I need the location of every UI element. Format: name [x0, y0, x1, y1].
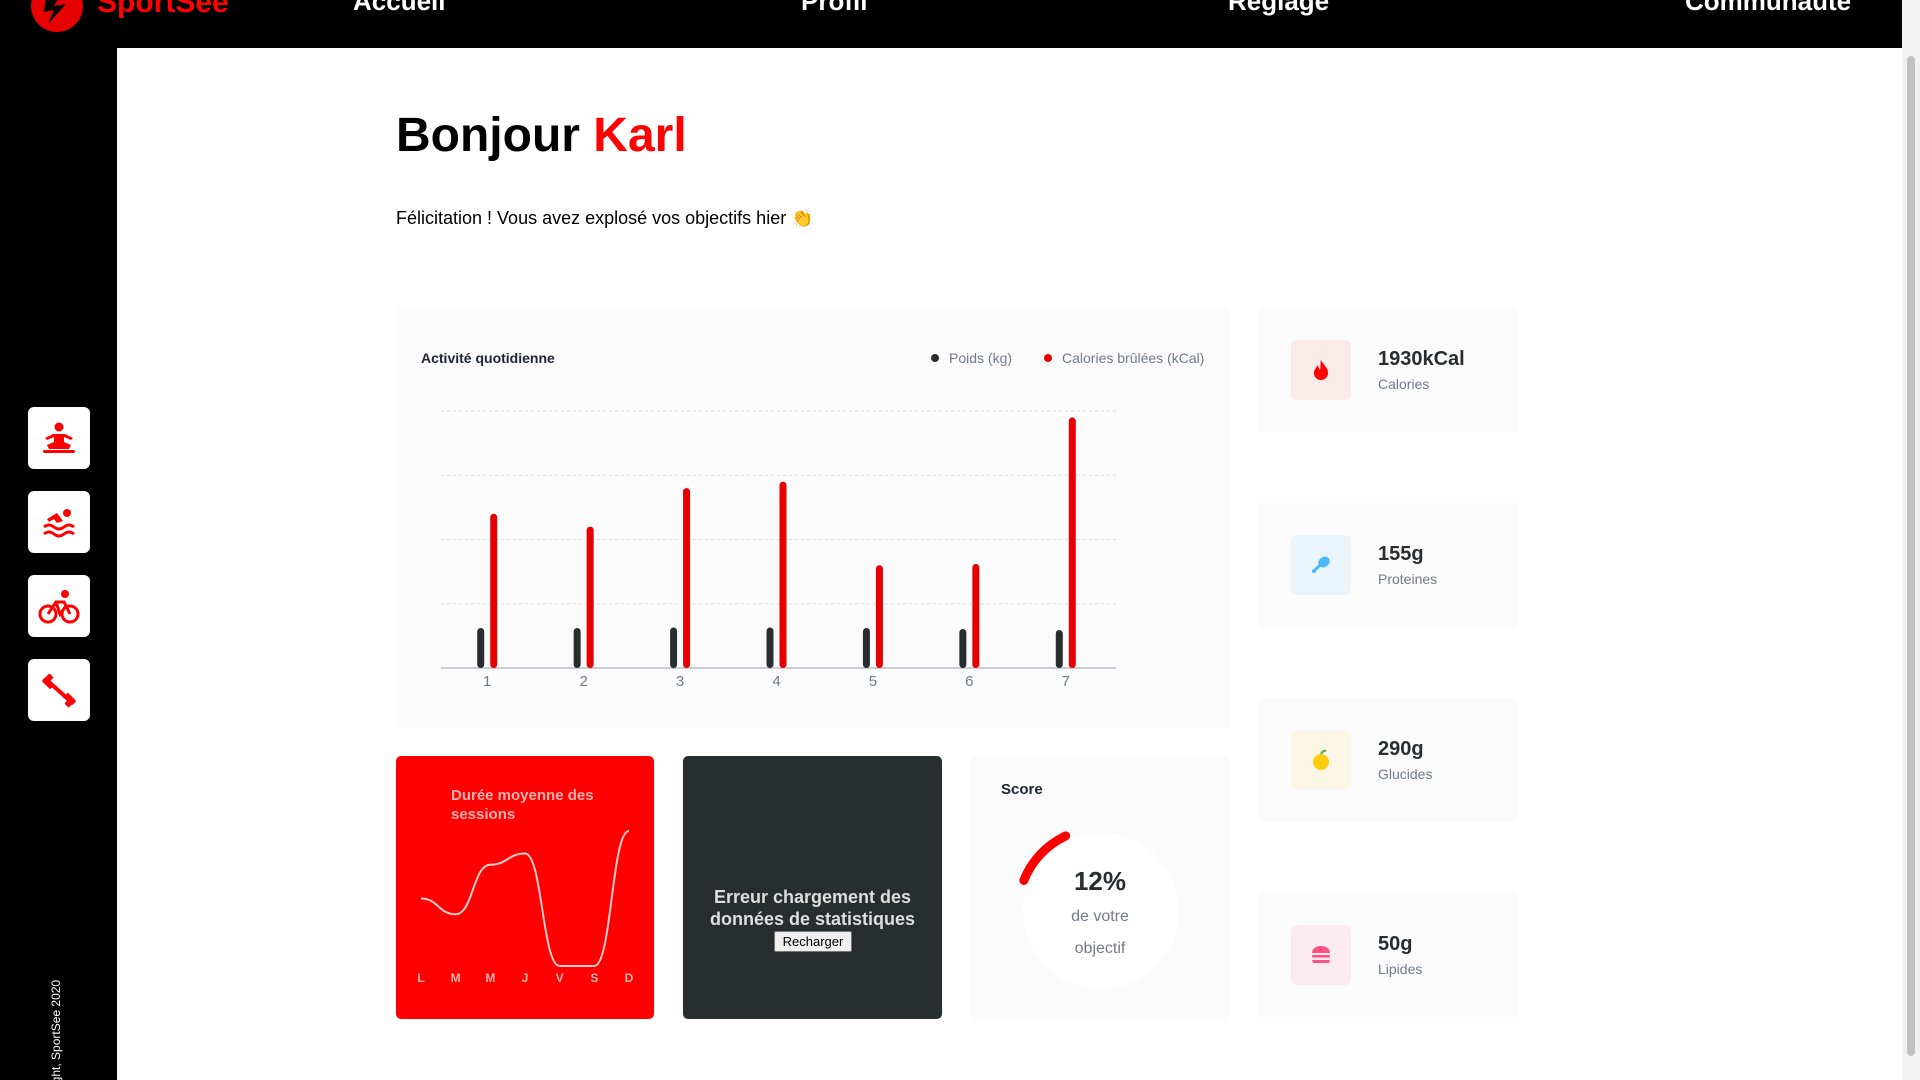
nav-home[interactable]: Accueil — [353, 0, 446, 17]
score-value: 12% — [1073, 866, 1127, 896]
copyright-text: Copiryght, SportSee 2020 — [49, 979, 63, 1080]
activity-x-tick: 6 — [965, 673, 973, 690]
app-root: SportSee Accueil Profil Réglage Communau… — [0, 0, 1920, 1080]
cycling-icon — [38, 590, 80, 624]
activity-x-tick: 4 — [772, 673, 780, 690]
swimming-icon — [43, 509, 75, 538]
keydata-calories-icon-box — [1291, 340, 1351, 400]
activity-weight-bar[interactable] — [477, 628, 485, 668]
activity-x-tick: 2 — [579, 673, 587, 690]
session-day-label: S — [590, 971, 598, 985]
keydata-lipids-label: Lipides — [1378, 961, 1423, 977]
activity-calories-bar[interactable] — [683, 488, 691, 668]
dumbbell-icon — [42, 673, 76, 708]
activity-weight-bar[interactable] — [862, 628, 870, 668]
keydata-proteins-icon-box — [1291, 535, 1351, 595]
sportsee-logo-icon[interactable] — [28, 0, 86, 32]
nav-profile[interactable]: Profil — [801, 0, 867, 17]
keydata-lipids-value: 50g — [1378, 933, 1413, 955]
sidebar-item-weights[interactable] — [28, 659, 90, 721]
keydata-proteins-card: 155g Proteines — [1258, 503, 1518, 627]
score-caption-1: de votre — [1071, 908, 1129, 925]
activity-x-tick: 1 — [483, 673, 491, 690]
session-day-label: D — [625, 971, 634, 985]
reload-button[interactable]: Recharger — [774, 931, 852, 952]
activity-calories-bar[interactable] — [875, 565, 883, 668]
sidebar-item-yoga[interactable] — [28, 407, 90, 469]
session-day-label: J — [522, 971, 529, 985]
activity-weight-bar[interactable] — [959, 629, 967, 668]
session-duration-card: Durée moyenne des sessions LMMJVSD — [396, 756, 654, 1019]
session-day-label: M — [451, 971, 461, 985]
keydata-calories-label: Calories — [1378, 376, 1430, 392]
keydata-proteins-label: Proteines — [1378, 571, 1438, 587]
score-card: Score 12% de votre objectif — [971, 756, 1229, 1019]
nav-community[interactable]: Communauté — [1685, 0, 1851, 17]
congrats-message: Félicitation ! Vous avez explosé vos obj… — [396, 208, 814, 228]
activity-weight-bar[interactable] — [573, 628, 581, 668]
activity-chart: 1 2 3 4 5 6 7 — [441, 410, 1116, 690]
scrollbar[interactable] — [1902, 0, 1920, 1080]
top-bar: SportSee Accueil Profil Réglage Communau… — [0, 0, 1902, 48]
keydata-lipids-icon-box — [1291, 925, 1351, 985]
greeting-prefix: Bonjour — [396, 109, 594, 162]
stats-error-card: Erreur chargement des données de statist… — [683, 756, 942, 1019]
score-caption-2: objectif — [1074, 940, 1126, 957]
keydata-proteins-value: 155g — [1378, 543, 1424, 565]
page-title: Bonjour Karl — [396, 108, 687, 163]
activity-calories-bar[interactable] — [779, 481, 787, 668]
scrollbar-thumb[interactable] — [1907, 56, 1915, 1056]
yoga-icon — [43, 422, 75, 453]
keydata-carbs-label: Glucides — [1378, 766, 1433, 782]
error-message: Erreur chargement des données de statist… — [709, 887, 916, 929]
activity-x-tick: 3 — [676, 673, 684, 690]
keydata-calories-value: 1930kCal — [1378, 348, 1465, 370]
keydata-calories-card: 1930kCal Calories — [1258, 308, 1518, 432]
activity-weight-bar[interactable] — [670, 627, 678, 669]
sidebar: Copiryght, SportSee 2020 — [0, 48, 117, 1080]
brand-name[interactable]: SportSee — [97, 0, 229, 20]
apple-icon — [1313, 749, 1329, 770]
session-duration-line[interactable] — [420, 830, 630, 967]
activity-x-tick: 7 — [1062, 673, 1070, 690]
drumstick-icon — [1312, 556, 1330, 573]
activity-x-tick: 5 — [869, 673, 877, 690]
session-day-label: V — [556, 971, 564, 985]
activity-chart-card: Activité quotidienne Poids (kg) Calories… — [396, 308, 1230, 728]
fire-icon — [1314, 360, 1328, 380]
session-day-label: L — [417, 971, 424, 985]
activity-calories-bar[interactable] — [1068, 417, 1076, 668]
sidebar-item-cycling[interactable] — [28, 575, 90, 637]
activity-calories-bar[interactable] — [586, 526, 594, 668]
activity-weight-bar[interactable] — [1055, 630, 1063, 668]
session-day-label: M — [485, 971, 495, 985]
nav-settings[interactable]: Réglage — [1228, 0, 1329, 17]
activity-weight-bar[interactable] — [766, 627, 774, 669]
keydata-carbs-card: 290g Glucides — [1258, 698, 1518, 822]
keydata-carbs-value: 290g — [1378, 738, 1424, 760]
session-duration-chart: LMMJVSD — [417, 830, 634, 985]
activity-calories-bar[interactable] — [490, 513, 498, 668]
burger-icon — [1312, 946, 1330, 963]
activity-calories-bar[interactable] — [972, 563, 980, 668]
keydata-carbs-icon-box — [1291, 730, 1351, 790]
user-name: Karl — [593, 109, 687, 162]
keydata-lipids-card: 50g Lipides — [1258, 893, 1518, 1017]
sidebar-item-swimming[interactable] — [28, 491, 90, 553]
